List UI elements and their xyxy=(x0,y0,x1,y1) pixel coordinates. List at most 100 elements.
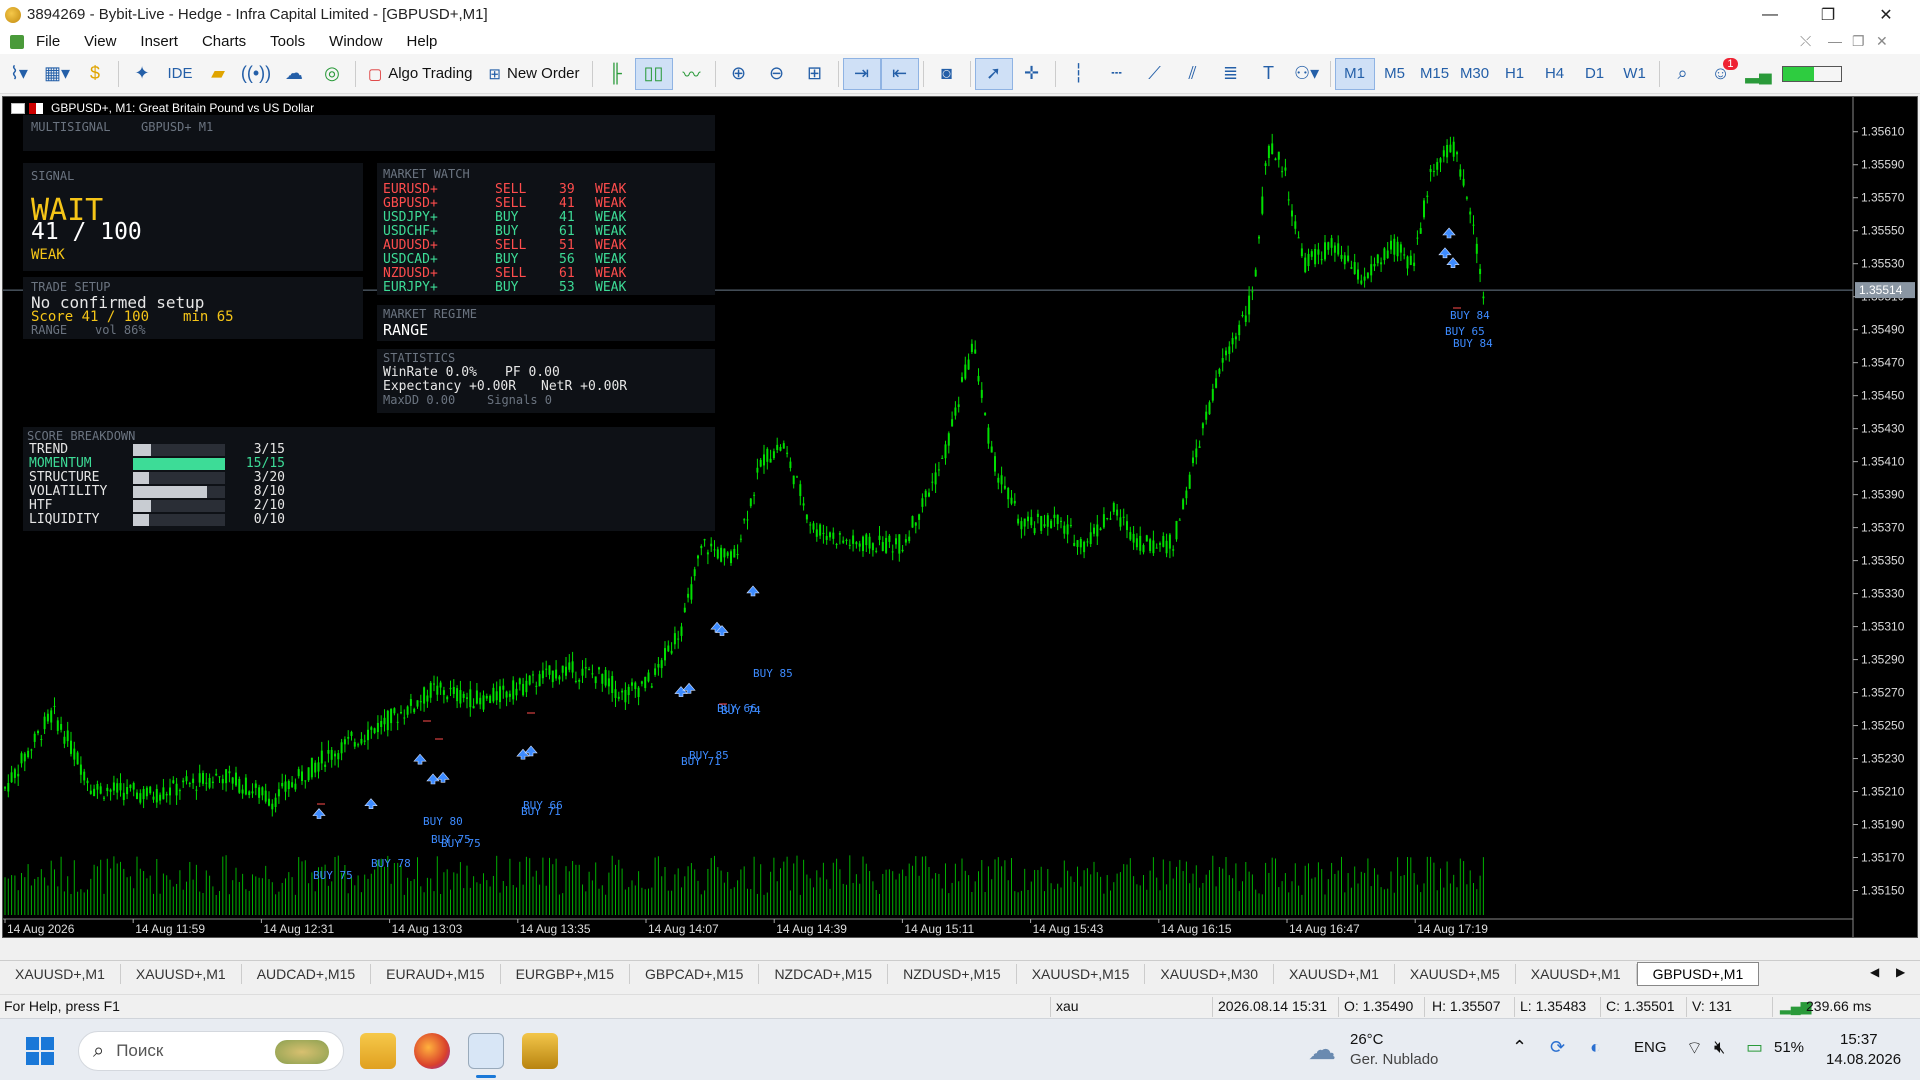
close-button[interactable]: ✕ xyxy=(1858,0,1914,29)
market-bag-icon[interactable]: ▰ xyxy=(199,58,237,90)
timeframe-h4[interactable]: H4 xyxy=(1535,58,1575,90)
horizontal-line-icon[interactable]: ┄ xyxy=(1098,58,1136,90)
chart-tab[interactable]: XAUUSD+,M1 xyxy=(0,963,121,984)
chart-window[interactable]: 1.35610 1.35590 1.35570 1.35550 1.35530 1.355… xyxy=(2,96,1918,938)
auto-scroll-icon[interactable]: ⇥ xyxy=(842,57,881,90)
chart-tab[interactable]: XAUUSD+,M30 xyxy=(1145,963,1275,984)
timeframe-m30[interactable]: M30 xyxy=(1455,58,1495,90)
chart-template-icon[interactable]: ▦▾ xyxy=(38,58,76,90)
candlestick-icon[interactable]: ▯▯ xyxy=(634,57,673,90)
candle-body xyxy=(555,669,558,679)
vertical-line-icon[interactable]: ┆ xyxy=(1060,58,1098,90)
detach-icon[interactable]: ⤬ xyxy=(1800,33,1811,50)
candle-body xyxy=(244,777,247,795)
screenshot-icon[interactable]: ◙ xyxy=(928,58,966,90)
crosshair-icon[interactable]: ✛ xyxy=(1013,58,1051,90)
tabs-scroll-left-icon[interactable]: ◀ xyxy=(1870,965,1879,979)
menu-help[interactable]: Help xyxy=(407,33,438,50)
text-icon[interactable]: T xyxy=(1250,58,1288,90)
chart-tab[interactable]: AUDCAD+,M15 xyxy=(242,963,372,984)
chart-tab[interactable]: EURAUD+,M15 xyxy=(371,963,501,984)
timeframe-m5[interactable]: M5 xyxy=(1375,58,1415,90)
weather-cloud-icon[interactable]: ☁ xyxy=(1308,1033,1336,1066)
tile-windows-icon[interactable]: ⊞ xyxy=(796,58,834,90)
current-price-label: 1.35514 xyxy=(1859,283,1903,297)
menu-file[interactable]: File xyxy=(36,33,60,50)
weather-desc[interactable]: Ger. Nublado xyxy=(1350,1051,1438,1068)
metatrader-icon[interactable] xyxy=(468,1033,504,1069)
chart-tab[interactable]: XAUUSD+,M1 xyxy=(1516,963,1637,984)
candle-body xyxy=(73,748,76,760)
score-name: TREND xyxy=(29,442,69,457)
candle-body xyxy=(466,697,468,699)
cursor-icon[interactable]: ➚ xyxy=(974,57,1013,90)
ide-button[interactable]: IDE xyxy=(161,58,199,90)
signals-icon[interactable]: ((•)) xyxy=(237,58,275,90)
zoom-in-icon[interactable]: ⊕ xyxy=(720,58,758,90)
menu-insert[interactable]: Insert xyxy=(140,33,178,50)
timeframe-h1[interactable]: H1 xyxy=(1495,58,1535,90)
chart-tab[interactable]: NZDUSD+,M15 xyxy=(888,963,1017,984)
menu-window[interactable]: Window xyxy=(329,33,382,50)
line-icon[interactable]: 〰 xyxy=(673,58,711,90)
inner-restore-button[interactable]: ❐ xyxy=(1852,33,1865,50)
chart-tab[interactable]: XAUUSD+,M5 xyxy=(1395,963,1516,984)
chart-tab[interactable]: XAUUSD+,M1 xyxy=(121,963,242,984)
volume-muted-icon[interactable]: 🔇︎ xyxy=(1714,1037,1725,1058)
new-order-button[interactable]: ⊞ New Order xyxy=(480,58,587,90)
line-chart-dropdown-icon[interactable]: ⌇▾ xyxy=(0,58,38,90)
chart-tab-active[interactable]: GBPUSD+,M1 xyxy=(1636,961,1760,986)
vps-icon[interactable]: ◎ xyxy=(313,58,351,90)
tray-chevron-icon[interactable]: ⌃ xyxy=(1512,1037,1527,1058)
taskbar-search[interactable]: ⌕ Поиск xyxy=(78,1031,344,1071)
firefox-icon[interactable] xyxy=(414,1033,450,1069)
chart-tab[interactable]: EURGBP+,M15 xyxy=(501,963,630,984)
wifi-icon[interactable]: ⌔ xyxy=(1686,1037,1703,1060)
chart-tab[interactable]: NZDCAD+,M15 xyxy=(759,963,889,984)
network-status-icon[interactable]: ◐ xyxy=(1590,1037,1601,1058)
inner-close-button[interactable]: ✕ xyxy=(1876,33,1888,50)
tabs-scroll-right-icon[interactable]: ▶ xyxy=(1896,965,1905,979)
fibonacci-icon[interactable]: ≣ xyxy=(1212,58,1250,90)
restore-button[interactable]: ❐ xyxy=(1800,0,1856,29)
minimize-button[interactable]: — xyxy=(1742,0,1798,29)
chart-tab[interactable]: XAUUSD+,M1 xyxy=(1274,963,1395,984)
search-icon[interactable]: ⌕ xyxy=(1664,58,1702,90)
price-label: 1.35310 xyxy=(1861,620,1905,634)
trendline-icon[interactable]: ⟋ xyxy=(1136,58,1174,90)
timeframe-w1[interactable]: W1 xyxy=(1615,58,1655,90)
channel-icon[interactable]: ⫽ xyxy=(1174,58,1212,90)
timeframe-m15[interactable]: M15 xyxy=(1415,58,1455,90)
zoom-out-icon[interactable]: ⊖ xyxy=(758,58,796,90)
clock-date[interactable]: 14.08.2026 xyxy=(1826,1051,1901,1068)
battery-icon[interactable]: ▭ xyxy=(1746,1037,1763,1058)
chart-shift-icon[interactable]: ⇤ xyxy=(880,57,919,90)
candle-body xyxy=(449,687,452,690)
chart-tab[interactable]: XAUUSD+,M15 xyxy=(1017,963,1146,984)
weather-temp[interactable]: 26°C xyxy=(1350,1031,1384,1048)
windows-start-icon[interactable] xyxy=(26,1037,54,1065)
candle-body xyxy=(924,490,927,498)
menu-view[interactable]: View xyxy=(84,33,116,50)
toolbar-separator xyxy=(969,60,971,87)
notifications-icon[interactable]: ☺ 1 xyxy=(1702,57,1740,90)
language-indicator[interactable]: ENG xyxy=(1634,1039,1667,1056)
metaeditor-icon[interactable] xyxy=(522,1033,558,1069)
inner-minimize-button[interactable]: — xyxy=(1828,33,1842,49)
battery-percent[interactable]: 51% xyxy=(1774,1039,1804,1056)
menu-tools[interactable]: Tools xyxy=(270,33,305,50)
timeframe-m1[interactable]: M1 xyxy=(1334,57,1375,90)
timeframe-d1[interactable]: D1 xyxy=(1575,58,1615,90)
shapes-icon[interactable]: ⚇▾ xyxy=(1288,58,1326,90)
bar-chart-icon[interactable]: ╟ xyxy=(597,58,635,90)
cloud-icon[interactable]: ☁ xyxy=(275,58,313,90)
sync-icon[interactable]: ⟳ xyxy=(1550,1037,1565,1058)
chart-tab[interactable]: GBPCAD+,M15 xyxy=(630,963,760,984)
dollar-icon[interactable]: $ xyxy=(76,58,114,90)
candle-body xyxy=(386,710,389,731)
menu-charts[interactable]: Charts xyxy=(202,33,246,50)
algo-trading-button[interactable]: ▢ Algo Trading xyxy=(360,58,480,90)
clock-time[interactable]: 15:37 xyxy=(1840,1031,1878,1048)
file-explorer-icon[interactable] xyxy=(360,1033,396,1069)
sparkle-icon[interactable]: ✦ xyxy=(123,58,161,90)
